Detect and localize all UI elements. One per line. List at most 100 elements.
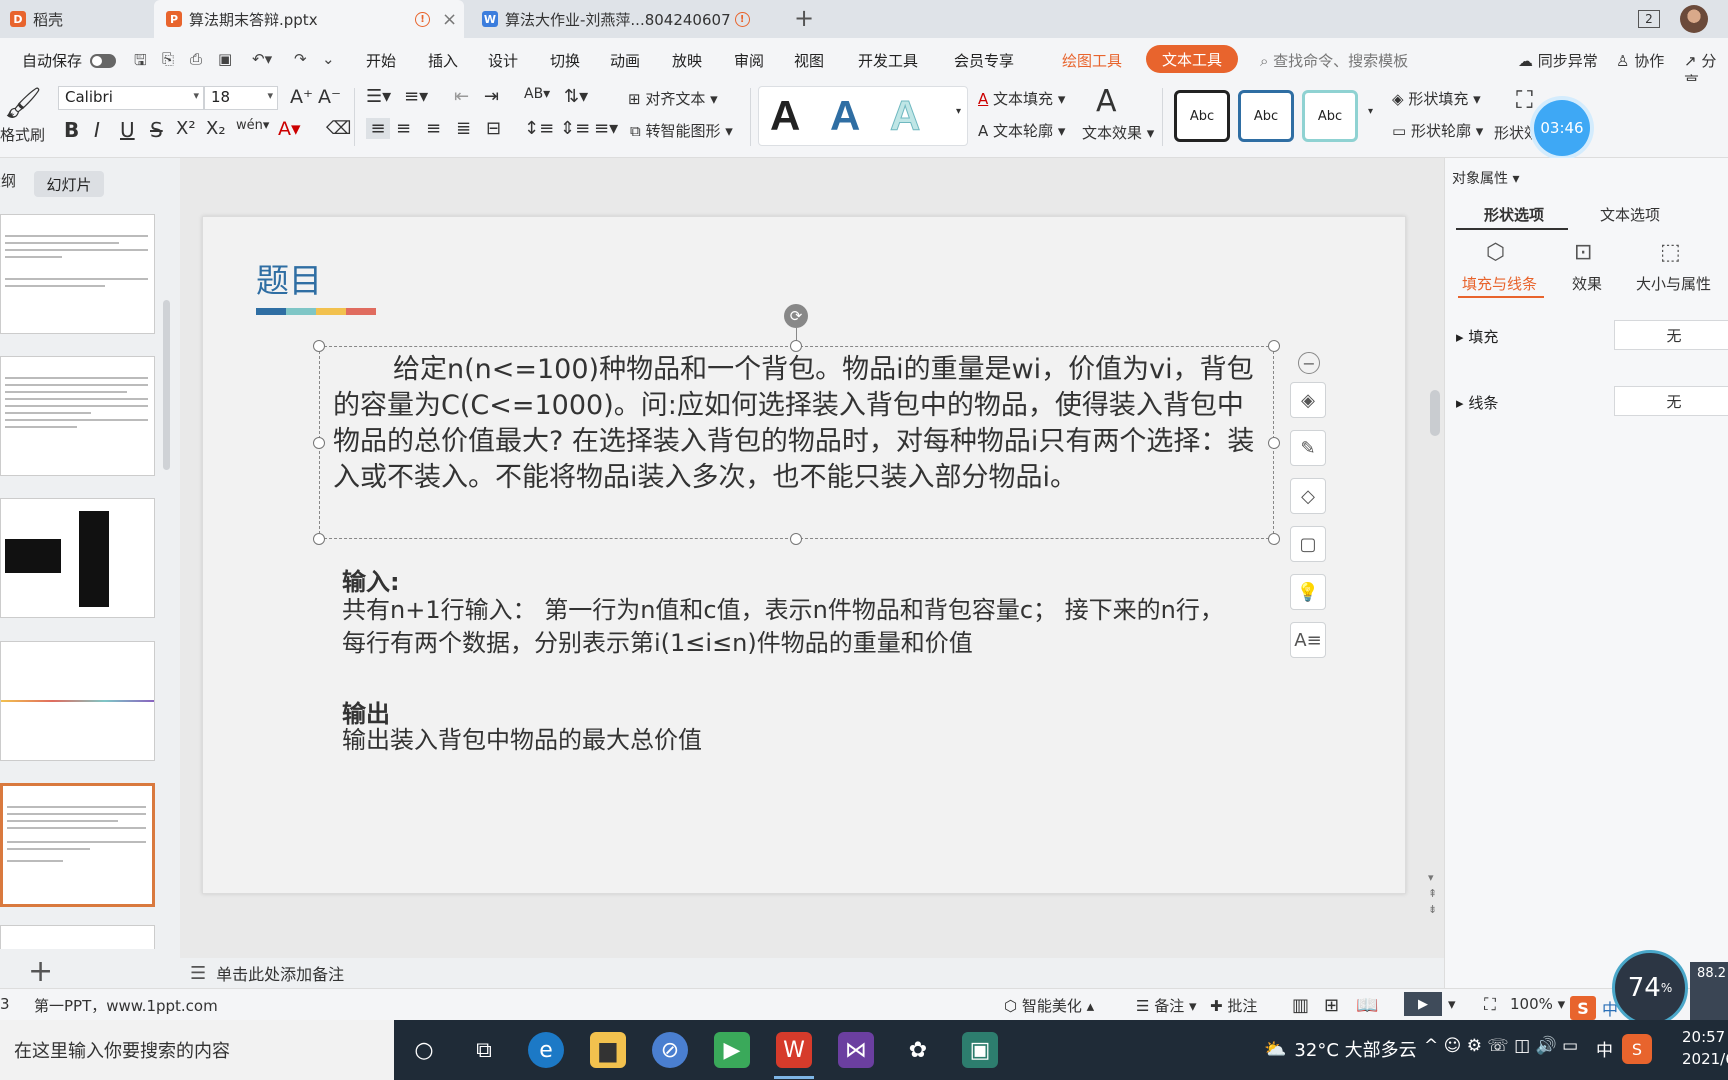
shape-outline-button[interactable]: ▭ 形状轮廓 ▾ bbox=[1392, 120, 1483, 141]
size-icon[interactable]: ⬚ bbox=[1660, 240, 1681, 265]
spacing-dropdown-icon[interactable]: ≡▾ bbox=[594, 118, 618, 139]
resize-handle[interactable] bbox=[790, 533, 802, 545]
font-color-icon[interactable]: A▾ bbox=[278, 118, 301, 140]
increase-font-icon[interactable]: A⁺ bbox=[290, 86, 313, 108]
resize-handle[interactable] bbox=[1268, 437, 1280, 449]
bold-icon[interactable]: B bbox=[64, 118, 79, 142]
warning-icon[interactable]: ! bbox=[415, 11, 430, 27]
reading-view-icon[interactable]: 📖 bbox=[1356, 995, 1378, 1016]
menu-slideshow[interactable]: 放映 bbox=[672, 50, 702, 71]
lightbulb-icon[interactable]: 💡 bbox=[1290, 574, 1326, 610]
weather-widget[interactable]: ⛅ 32°C 大部多云 bbox=[1264, 1036, 1417, 1062]
visual-studio-icon[interactable]: ⋈ bbox=[838, 1032, 874, 1068]
resize-handle[interactable] bbox=[1268, 533, 1280, 545]
wordart-style-outline[interactable]: A bbox=[889, 92, 920, 140]
menu-design[interactable]: 设计 bbox=[488, 50, 518, 71]
fill-icon[interactable]: ◇ bbox=[1290, 478, 1326, 514]
normal-view-icon[interactable]: ▥ bbox=[1292, 995, 1309, 1016]
file-explorer-icon[interactable]: ▆ bbox=[590, 1032, 626, 1068]
format-painter-label[interactable]: 格式刷 bbox=[0, 124, 45, 145]
canvas-scrollbar[interactable] bbox=[1430, 390, 1440, 436]
comments-button[interactable]: ✚ 批注 bbox=[1210, 995, 1257, 1016]
tab-shape-options[interactable]: 形状选项 bbox=[1484, 204, 1544, 225]
export-icon[interactable]: ⎘ bbox=[162, 50, 174, 68]
notes-bar[interactable]: ☰ 单击此处添加备注 bbox=[180, 958, 1444, 988]
resize-handle[interactable] bbox=[313, 533, 325, 545]
slide-thumbnail[interactable] bbox=[0, 498, 155, 618]
problem-statement[interactable]: 给定n(n<=100)种物品和一个背包。物品i的重量是wi，价值为vi，背包的容… bbox=[333, 352, 1268, 496]
numbering-icon[interactable]: ≡▾ bbox=[404, 86, 428, 107]
frame-icon[interactable]: ▢ bbox=[1290, 526, 1326, 562]
edge-icon[interactable]: e bbox=[528, 1032, 564, 1068]
format-painter-icon[interactable]: 🖌 bbox=[4, 86, 42, 121]
slide-sorter-icon[interactable]: ⊞ bbox=[1324, 995, 1339, 1016]
tab-text-options[interactable]: 文本选项 bbox=[1600, 204, 1660, 225]
text-outline-button[interactable]: A 文本轮廓 ▾ bbox=[978, 120, 1065, 141]
app-icon[interactable]: ⊘ bbox=[652, 1032, 688, 1068]
output-description[interactable]: 输出装入背包中物品的最大总价值 bbox=[342, 724, 1242, 757]
gallery-more-icon[interactable]: ▾ bbox=[956, 106, 961, 117]
clock[interactable]: 20:57 2021/6 bbox=[1682, 1026, 1728, 1070]
slide-thumbnail[interactable] bbox=[0, 356, 155, 476]
shape-effect-label[interactable]: 形状效 bbox=[1494, 122, 1539, 143]
align-center-icon[interactable]: ≡ bbox=[396, 118, 411, 139]
thumbnail-scrollbar[interactable] bbox=[163, 300, 170, 470]
convert-smartart-button[interactable]: ⧉ 转智能图形 ▾ bbox=[630, 120, 733, 141]
menu-view[interactable]: 视图 bbox=[794, 50, 824, 71]
menu-member[interactable]: 会员专享 bbox=[954, 50, 1014, 71]
text-format-icon[interactable]: A≡ bbox=[1290, 622, 1326, 658]
resize-handle[interactable] bbox=[1268, 340, 1280, 352]
shape-style-2[interactable]: Abc bbox=[1238, 90, 1294, 142]
input-heading[interactable]: 输入: bbox=[342, 562, 400, 597]
zoom-level[interactable]: 100% ▾ bbox=[1510, 995, 1565, 1013]
undo-icon[interactable]: ↶▾ bbox=[252, 50, 272, 68]
tab-outline[interactable]: 大纲 bbox=[0, 170, 16, 191]
slide-title[interactable]: 题目 bbox=[256, 254, 322, 302]
collab-button[interactable]: ♙ 协作 bbox=[1616, 50, 1664, 71]
sync-status[interactable]: ☁ 同步异常 bbox=[1518, 50, 1598, 71]
resize-handle[interactable] bbox=[790, 340, 802, 352]
menu-developer[interactable]: 开发工具 bbox=[858, 50, 918, 71]
window-count-badge[interactable]: 2 bbox=[1638, 10, 1660, 28]
text-fill-button[interactable]: A 文本填充 ▾ bbox=[978, 88, 1065, 109]
shape-style-3[interactable]: Abc bbox=[1302, 90, 1358, 142]
autosave-toggle[interactable]: 自动保存 bbox=[22, 50, 117, 71]
play-options-icon[interactable]: ▾ bbox=[1448, 995, 1456, 1013]
input-description[interactable]: 共有n+1行输入： 第一行为n值和c值，表示n件物品和背包容量c； 接下来的n行… bbox=[342, 594, 1242, 660]
font-name-select[interactable]: Calibri bbox=[58, 86, 204, 110]
warning-icon[interactable]: ! bbox=[734, 11, 750, 27]
close-icon[interactable]: × bbox=[442, 9, 457, 30]
theme-name[interactable]: 第一PPT，www.1ppt.com bbox=[34, 995, 218, 1016]
fill-line-icon[interactable]: ⬡ bbox=[1486, 240, 1505, 265]
task-view-icon[interactable]: ⧉ bbox=[466, 1032, 502, 1068]
media-player-icon[interactable]: ▶ bbox=[714, 1032, 750, 1068]
superscript-icon[interactable]: X² bbox=[176, 118, 196, 139]
underline-icon[interactable]: U bbox=[120, 118, 135, 142]
text-direction-icon[interactable]: AB▾ bbox=[524, 86, 550, 102]
print-icon[interactable]: ⎙ bbox=[190, 50, 202, 68]
menu-animation[interactable]: 动画 bbox=[610, 50, 640, 71]
redo-icon[interactable]: ↷ bbox=[294, 50, 307, 68]
decrease-font-icon[interactable]: A⁻ bbox=[318, 86, 341, 108]
menu-insert[interactable]: 插入 bbox=[428, 50, 458, 71]
shape-fill-button[interactable]: ◈ 形状填充 ▾ bbox=[1392, 88, 1481, 109]
tab-docer[interactable]: D 稻壳 bbox=[10, 0, 150, 38]
toggle-switch[interactable] bbox=[90, 53, 117, 68]
increase-indent-icon[interactable]: ⇥ bbox=[484, 86, 499, 107]
window-app-icon[interactable]: ▣ bbox=[962, 1032, 998, 1068]
new-tab-button[interactable]: + bbox=[794, 4, 814, 32]
line-value[interactable]: 无 bbox=[1614, 386, 1728, 416]
shape-effect-icon[interactable]: ⛶ bbox=[1516, 86, 1533, 114]
fill-row[interactable]: ▸ 填充 bbox=[1456, 326, 1498, 347]
layers-icon[interactable]: ◈ bbox=[1290, 382, 1326, 418]
taskbar-search-input[interactable]: 在这里输入你要搜索的内容 bbox=[0, 1020, 394, 1080]
slide-thumbnail[interactable] bbox=[0, 214, 155, 334]
text-effects-icon[interactable]: A bbox=[1096, 84, 1117, 119]
menu-review[interactable]: 审阅 bbox=[734, 50, 764, 71]
line-row[interactable]: ▸ 线条 bbox=[1456, 392, 1498, 413]
tab-slides[interactable]: 幻灯片 bbox=[34, 171, 104, 197]
menu-transition[interactable]: 切换 bbox=[550, 50, 580, 71]
bullets-icon[interactable]: ☰▾ bbox=[366, 86, 391, 107]
align-right-icon[interactable]: ≡ bbox=[426, 118, 441, 139]
sort-icon[interactable]: ⇅▾ bbox=[564, 86, 588, 107]
